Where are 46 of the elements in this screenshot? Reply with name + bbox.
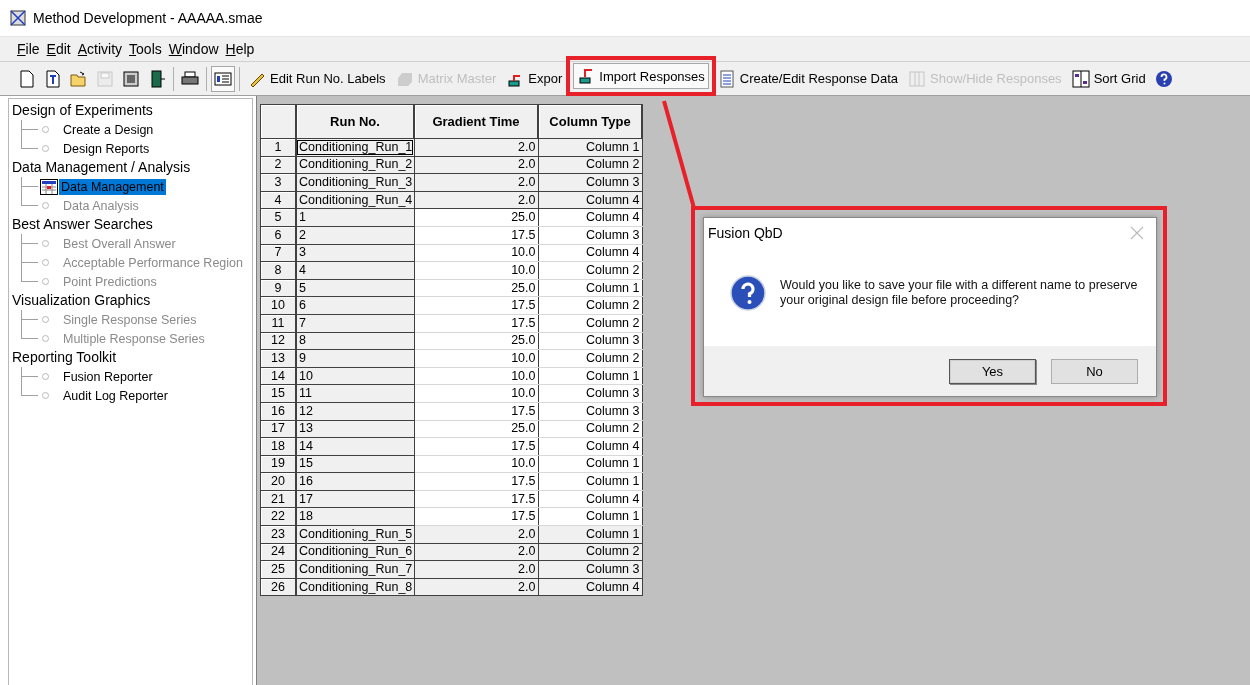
corner-cell bbox=[260, 104, 296, 139]
menu-item[interactable]: File bbox=[17, 41, 40, 57]
tree-group-label[interactable]: Visualization Graphics bbox=[12, 291, 252, 310]
dialog-button[interactable]: Yes bbox=[949, 358, 1036, 384]
tree-group-label[interactable]: Data Management / Analysis bbox=[12, 158, 252, 177]
tree-connector bbox=[21, 234, 40, 253]
save-icon bbox=[96, 69, 114, 88]
menu-item[interactable]: Help bbox=[225, 41, 255, 57]
app-icon bbox=[9, 9, 27, 27]
menu-item[interactable]: Edit bbox=[46, 41, 71, 57]
dialog-button[interactable]: No bbox=[1051, 358, 1138, 384]
menu-item[interactable]: Window bbox=[168, 41, 219, 57]
toolbar-button[interactable]: Import Responses bbox=[573, 63, 709, 89]
dialog-title: Fusion QbD bbox=[708, 225, 783, 241]
table-icon bbox=[717, 69, 736, 88]
toolbar-button[interactable]: Edit Run No. Labels bbox=[244, 65, 390, 92]
new-file-icon bbox=[18, 69, 36, 88]
tree-group-label[interactable]: Design of Experiments bbox=[12, 101, 252, 120]
print-icon bbox=[181, 69, 199, 88]
columns-icon bbox=[908, 69, 927, 88]
open-folder-icon bbox=[70, 69, 88, 88]
tree-item[interactable]: Audit Log Reporter bbox=[61, 387, 170, 404]
exit-door-icon bbox=[148, 69, 166, 88]
menu-item[interactable]: Activity bbox=[77, 41, 123, 57]
toolbar-button[interactable] bbox=[211, 65, 235, 92]
help-icon bbox=[1154, 69, 1173, 88]
template-file-icon bbox=[44, 69, 62, 88]
document-icon bbox=[122, 69, 140, 88]
tree-item[interactable]: Data Management bbox=[59, 178, 166, 195]
toolbar-button[interactable]: Create/Edit Response Data bbox=[713, 65, 903, 92]
column-header[interactable]: Gradient Time bbox=[414, 104, 538, 139]
sort-icon bbox=[1071, 69, 1090, 88]
tree-group-label[interactable]: Reporting Toolkit bbox=[12, 348, 252, 367]
question-icon bbox=[730, 275, 766, 311]
toolbar-button[interactable]: Expor bbox=[502, 65, 567, 92]
tree-item[interactable]: Create a Design bbox=[61, 121, 156, 138]
toolbar-button[interactable]: Sort Grid bbox=[1067, 65, 1150, 92]
column-header[interactable]: Column Type bbox=[538, 104, 642, 139]
tree-item[interactable]: Design Reports bbox=[61, 140, 152, 157]
tree-group-label[interactable]: Best Answer Searches bbox=[12, 215, 252, 234]
window-title: Method Development - AAAAA.smae bbox=[33, 10, 263, 26]
tree-item[interactable]: Fusion Reporter bbox=[61, 368, 155, 385]
dialog-message: Would you like to save your file with a different name to preserve your original design file before proceeding? bbox=[780, 278, 1139, 308]
menu-item[interactable]: Tools bbox=[129, 41, 162, 57]
list-view-icon bbox=[214, 69, 232, 88]
column-header[interactable]: Run No. bbox=[296, 104, 414, 139]
